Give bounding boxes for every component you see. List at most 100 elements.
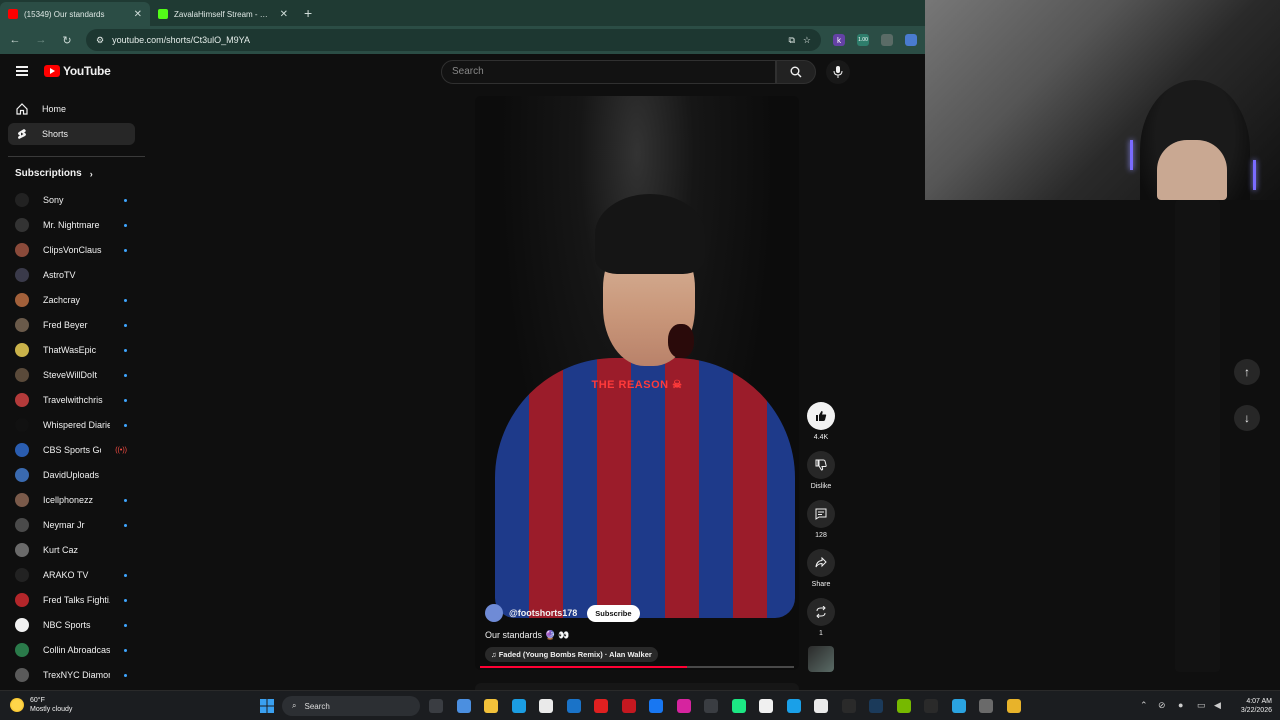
subscription-item[interactable]: Mr. Nightmare [15,216,127,234]
subscription-item[interactable]: CBS Sports Gola... ((•)) [15,441,127,459]
instagram-icon[interactable] [676,699,691,713]
youtube-favicon-icon [8,9,18,19]
new-tab-icon[interactable]: + [304,5,312,21]
speed-extension-icon[interactable]: 1.00 [857,34,869,46]
subscription-item[interactable]: SteveWillDoIt [15,366,127,384]
subscription-name: Whispered Diaries [43,420,110,430]
tray-chevron-up-icon[interactable]: ⌃ [1140,700,1148,711]
prime-video-icon[interactable] [786,699,801,713]
share-action[interactable]: Share [806,549,836,588]
like-button[interactable] [807,402,835,430]
subscription-item[interactable]: Neymar Jr [15,516,127,534]
subscription-item[interactable]: Fred Beyer [15,316,127,334]
subscription-item[interactable]: AstroTV [15,266,127,284]
remix-action[interactable]: 1 [806,598,836,637]
tab-youtube[interactable]: (15349) Our standards ✕ [0,2,150,26]
search-input[interactable]: Search [441,60,776,84]
music-tag[interactable]: ♫ Faded (Young Bombs Remix) · Alan Walke… [485,647,658,662]
progress-bar[interactable] [480,666,794,668]
epic-games-icon[interactable] [924,699,938,713]
taskbar-search[interactable]: ⌕ Search [282,696,420,716]
settings-icon[interactable] [979,699,993,713]
nvidia-icon[interactable] [896,699,911,713]
extension-icon[interactable] [905,34,917,46]
subscription-item[interactable]: ARAKO TV [15,566,127,584]
facebook-icon[interactable] [649,699,663,713]
netflix-icon[interactable] [621,699,636,713]
store-icon[interactable] [539,699,553,713]
reload-icon[interactable]: ↻ [60,34,74,47]
remix-button[interactable] [807,598,835,626]
forward-arrow-icon[interactable]: → [34,34,48,46]
hulu-icon[interactable] [731,699,746,713]
windows-start-icon[interactable] [260,699,274,713]
amazon-icon[interactable] [759,699,773,713]
subscription-item[interactable]: Whispered Diaries [15,416,127,434]
edge-icon[interactable] [511,699,526,713]
subscription-item[interactable]: Kurt Caz [15,541,127,559]
dislike-button[interactable] [807,451,835,479]
subscription-item[interactable]: ClipsVonClaus [15,241,127,259]
subscription-item[interactable]: Collin Abroadcast [15,641,127,659]
tab-close-icon[interactable]: ✕ [134,9,142,20]
menu-icon[interactable] [16,66,28,76]
subscription-item[interactable]: NBC Sports [15,616,127,634]
subscription-item[interactable]: ThatWasEpic [15,341,127,359]
channel-avatar [15,343,29,357]
roblox-icon[interactable] [814,699,828,713]
voice-search-button[interactable] [826,60,850,84]
previous-short-button[interactable]: ↑ [1234,359,1260,385]
subscription-item[interactable]: TrexNYC Diamon... [15,666,127,684]
network-icon[interactable]: ⊘ [1158,700,1166,711]
shorts-player[interactable]: THE REASON ☠ @footshorts178 Subscribe Ou… [475,96,799,670]
subscription-item[interactable]: Travelwithchris [15,391,127,409]
youtube-logo[interactable]: YouTube [44,64,111,78]
copilot-icon[interactable] [456,699,471,713]
extension-icon[interactable] [881,34,893,46]
microphone-icon[interactable]: ● [1178,700,1183,710]
outlook-icon[interactable] [566,699,581,713]
search-button[interactable] [776,60,816,84]
weather-widget[interactable]: 60°F Mostly cloudy [10,696,72,714]
comments-button[interactable] [807,500,835,528]
subscriptions-header[interactable]: Subscriptions › [15,168,93,179]
subscription-item[interactable]: Icellphonezz [15,491,127,509]
channel-handle[interactable]: @footshorts178 [509,608,577,618]
channel-avatar [15,193,29,207]
youtube-icon[interactable] [594,699,608,713]
back-arrow-icon[interactable]: ← [8,34,22,46]
subscription-item[interactable]: Fred Talks Fighti... [15,591,127,609]
url-field[interactable]: ⚙ youtube.com/shorts/Ct3ulO_M9YA ⧉ ☆ [86,29,821,51]
comments-action[interactable]: 128 [806,500,836,539]
subscription-item[interactable]: DavidUploads [15,466,127,484]
g-hub-icon[interactable] [841,699,856,713]
clock[interactable]: 4:07 AM 3/22/2026 [1228,697,1272,715]
sound-thumbnail[interactable] [808,646,834,672]
display-icon[interactable]: ▭ [1197,700,1206,711]
volume-icon[interactable]: ◀ [1214,700,1221,711]
like-action[interactable]: 4.4K [806,402,836,441]
chrome-icon[interactable] [1006,699,1021,713]
install-app-icon[interactable]: ⧉ [788,35,794,46]
next-short-button[interactable]: ↓ [1234,405,1260,431]
subscribe-button[interactable]: Subscribe [587,604,640,622]
subscription-item[interactable]: Sony [15,191,127,209]
steam-icon[interactable] [869,699,883,713]
channel-avatar [15,318,29,332]
channel-avatar[interactable] [485,604,503,622]
share-button[interactable] [807,549,835,577]
sidebar-item-shorts[interactable]: Shorts [8,123,135,145]
calculator-icon[interactable] [704,699,718,713]
tab-close-icon[interactable]: ✕ [280,9,288,20]
task-view-icon[interactable] [429,699,443,713]
bookmark-star-icon[interactable]: ☆ [803,35,811,46]
tab-kick[interactable]: ZavalaHimself Stream - Watch ✕ [150,2,296,26]
file-explorer-icon[interactable] [484,699,498,713]
kick-extension-icon[interactable]: k [833,34,845,46]
site-info-icon[interactable]: ⚙ [96,35,104,46]
subscription-item[interactable]: Zachcray [15,291,127,309]
dislike-label: Dislike [810,483,832,490]
dislike-action[interactable]: Dislike [806,451,836,490]
telegram-icon[interactable] [951,699,966,713]
sidebar-item-home[interactable]: Home [8,98,135,120]
